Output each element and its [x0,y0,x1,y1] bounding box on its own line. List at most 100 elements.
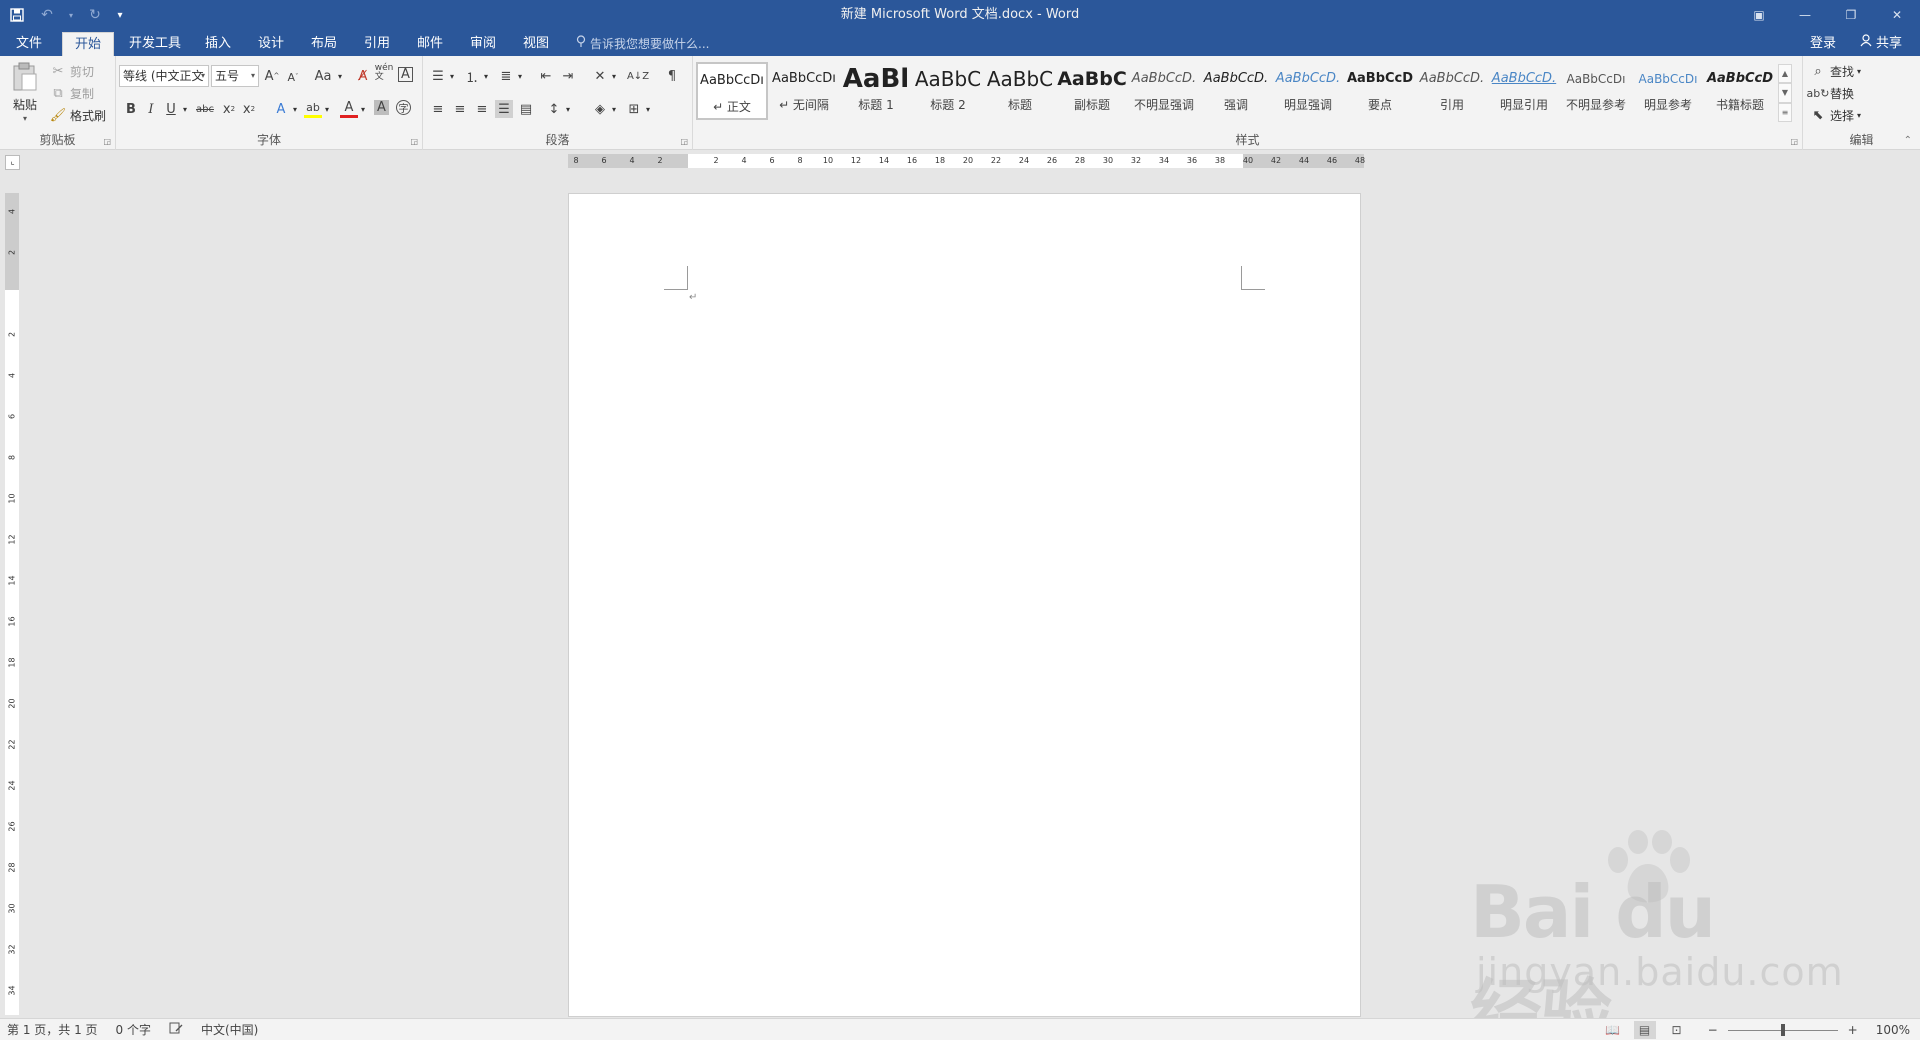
tell-me-box[interactable]: 告诉我您想要做什么... [576,32,709,56]
align-center-icon[interactable]: ≡ [451,100,469,118]
style-item[interactable]: AaBbC 副标题 [1056,62,1128,120]
undo-dropdown-icon[interactable]: ▾ [66,4,76,26]
justify-icon[interactable]: ☰ [495,100,513,118]
style-item[interactable]: AaBbCcDı ↵ 正文 [696,62,768,120]
vertical-ruler[interactable]: 4 2 2 4 6 8 10 12 14 16 18 20 22 24 26 28 30 32 34 [5,193,19,1015]
find-button[interactable]: ⌕ 查找 ▾ [1809,62,1861,80]
tab-layout[interactable]: 布局 [299,32,349,56]
minimize-button[interactable]: — [1782,0,1828,30]
distributed-icon[interactable]: ▤ [517,100,535,118]
subscript-icon[interactable]: x2 [220,100,238,118]
ribbon-display-options-icon[interactable]: ▣ [1736,0,1782,30]
highlight-icon[interactable]: ab ▾ [304,100,329,118]
copy-button[interactable]: ⧉ 复制 [49,84,94,102]
decrease-indent-icon[interactable]: ⇤ [537,67,555,85]
tab-file[interactable]: 文件 [4,32,54,56]
login-link[interactable]: 登录 [1810,32,1836,56]
document-page[interactable]: ↵ [568,193,1361,1017]
style-item[interactable]: AaBbCcD. 不明显强调 [1128,62,1200,120]
clipboard-launcher-icon[interactable]: ◲ [103,137,111,146]
customize-qat-icon[interactable]: ▾ [114,4,126,26]
line-spacing-icon[interactable]: ↕ ▾ [545,100,570,118]
increase-indent-icon[interactable]: ⇥ [559,67,577,85]
gallery-up-icon[interactable]: ▲ [1778,64,1792,84]
style-item[interactable]: AaBbCcDı 明显参考 [1632,62,1704,120]
zoom-slider-thumb[interactable] [1780,1023,1785,1036]
select-button[interactable]: ⬉ 选择 ▾ [1809,106,1861,124]
italic-icon[interactable]: I [142,100,160,118]
tab-home[interactable]: 开始 [62,32,115,56]
print-layout-icon[interactable]: ▤ [1633,1021,1656,1039]
zoom-level[interactable]: 100% [1876,1019,1910,1040]
cut-button[interactable]: ✂ 剪切 [49,62,94,80]
paste-dropdown-icon[interactable]: ▾ [23,114,27,123]
save-icon[interactable] [6,4,28,26]
read-mode-icon[interactable]: 📖 [1602,1021,1624,1039]
font-size-select[interactable]: 五号 ▾ [211,65,259,87]
gallery-down-icon[interactable]: ▼ [1778,83,1792,103]
style-item[interactable]: AaBbCcD 要点 [1344,62,1416,120]
multilevel-list-icon[interactable]: ≣ ▾ [497,67,522,85]
format-painter-button[interactable]: 🖌 格式刷 [49,106,106,124]
shrink-font-icon[interactable]: Aˇ [284,68,302,86]
style-item[interactable]: AaBbCcD. 明显引用 [1488,62,1560,120]
numbering-icon[interactable]: ⒈ ▾ [463,67,488,86]
style-item[interactable]: AaBbC 标题 [984,62,1056,120]
tab-view[interactable]: 视图 [511,32,561,56]
styles-launcher-icon[interactable]: ◲ [1790,137,1798,146]
replace-button[interactable]: ab↻ 替换 [1807,84,1854,102]
proofing-icon[interactable] [169,1019,183,1040]
style-item[interactable]: AaBbCcD 书籍标题 [1704,62,1776,120]
restore-button[interactable]: ❐ [1828,0,1874,30]
undo-icon[interactable]: ↶ [36,4,58,26]
chinese-layout-icon[interactable]: ✕ ▾ [591,67,616,85]
gallery-more-icon[interactable]: ≡ [1778,102,1792,122]
style-item[interactable]: AaBl 标题 1 [840,62,912,120]
tab-insert[interactable]: 插入 [193,32,243,56]
style-item[interactable]: AaBbCcD. 强调 [1200,62,1272,120]
clear-formatting-icon[interactable]: A̸ [354,67,372,85]
horizontal-ruler[interactable]: 8 6 4 2 2 4 6 8 10 12 14 16 18 20 22 24 26 28 30 32 34 36 38 40… [568,154,1365,168]
paste-button[interactable]: 粘贴 ▾ [10,62,40,123]
page-count[interactable]: 第 1 页，共 1 页 [7,1019,98,1040]
close-button[interactable]: ✕ [1874,0,1920,30]
tab-review[interactable]: 审阅 [458,32,508,56]
superscript-icon[interactable]: x2 [240,100,258,118]
align-right-icon[interactable]: ≡ [473,100,491,118]
zoom-slider[interactable] [1727,1023,1838,1036]
redo-icon[interactable]: ↻ [84,4,106,26]
font-color-icon[interactable]: A ▾ [340,100,365,118]
font-name-select[interactable]: 等线 (中文正文 ▾ [119,65,209,87]
underline-icon[interactable]: U ▾ [162,100,187,118]
borders-icon[interactable]: ⊞ ▾ [625,100,650,118]
language-indicator[interactable]: 中文(中国) [201,1019,258,1040]
zoom-in-button[interactable]: + [1848,1019,1858,1040]
show-formatting-marks-icon[interactable]: ¶ [663,67,681,85]
grow-font-icon[interactable]: A ^ [263,67,281,85]
align-left-icon[interactable]: ≡ [429,100,447,118]
font-launcher-icon[interactable]: ◲ [410,137,418,146]
change-case-icon[interactable]: Aa ▾ [311,67,342,85]
tab-references[interactable]: 引用 [352,32,402,56]
tab-selector[interactable]: ⌞ [5,155,20,170]
shading-icon[interactable]: ◈ ▾ [591,100,616,118]
enclose-characters-icon[interactable]: 字 [396,100,411,115]
style-item[interactable]: AaBbCcD. 明显强调 [1272,62,1344,120]
text-effects-icon[interactable]: A ▾ [272,100,297,118]
character-border-icon[interactable]: A [398,67,413,82]
share-button[interactable]: 共享 [1860,32,1902,56]
word-count[interactable]: 0 个字 [116,1019,151,1040]
bold-icon[interactable]: B [122,100,140,118]
bullets-icon[interactable]: ☰ ▾ [429,67,454,85]
style-item[interactable]: AaBbCcDı 不明显参考 [1560,62,1632,120]
strikethrough-icon[interactable]: abc [195,100,215,118]
collapse-ribbon-icon[interactable]: ⌃ [1904,135,1912,146]
tab-design[interactable]: 设计 [246,32,296,56]
tab-developer[interactable]: 开发工具 [117,32,193,56]
zoom-out-button[interactable]: − [1708,1019,1718,1040]
sort-icon[interactable]: A↓Z [627,67,649,85]
paragraph-launcher-icon[interactable]: ◲ [680,137,688,146]
style-item[interactable]: AaBbCcDı ↵ 无间隔 [768,62,840,120]
tab-mailings[interactable]: 邮件 [405,32,455,56]
web-layout-icon[interactable]: ⊡ [1666,1021,1688,1039]
